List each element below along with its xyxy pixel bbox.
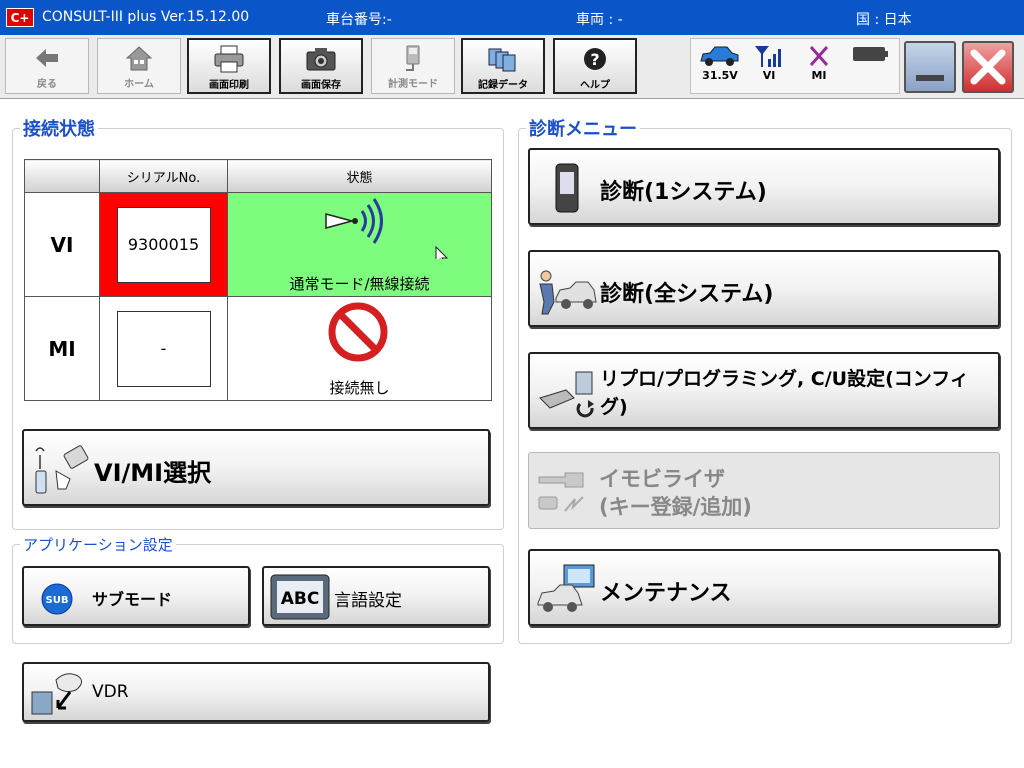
close-icon: [970, 49, 1006, 85]
svg-text:?: ?: [590, 50, 599, 69]
connection-table: シリアルNo. 状態 VI 9300015 通常モード/無線接続 MI - 接続…: [24, 159, 492, 401]
reprogramming-label-line1: リプロ/プログラミング, C/U設定(コンフィ: [600, 368, 969, 390]
header-blank: [24, 159, 100, 193]
immobilizer-button[interactable]: イモビライザ (キー登録/追加): [528, 452, 1000, 529]
sub-mode-label: サブモード: [92, 590, 173, 609]
close-button[interactable]: [962, 41, 1014, 93]
connection-status-title: 接続状態: [20, 115, 98, 141]
back-label: 戻る: [37, 79, 57, 90]
country-label: 国 : 日本: [856, 12, 912, 28]
vi-serial-cell: 9300015: [99, 192, 228, 297]
vi-state-cell: 通常モード/無線接続: [227, 192, 492, 297]
handheld-device-icon: [555, 163, 579, 213]
battery-voltage-status: 31.5V: [697, 43, 743, 82]
header-state: 状態: [227, 159, 492, 193]
mi-row-label: MI: [24, 296, 100, 401]
vi-mi-select-label: VI/MI選択: [94, 459, 212, 487]
vi-state-text: 通常モード/無線接続: [289, 275, 430, 293]
mi-state-cell: 接続無し: [227, 296, 492, 401]
toolbar: 戻る ホーム 画面印刷 画面保存 計測モード 記録データ ? ヘルプ 31.5V…: [0, 35, 1024, 99]
back-arrow-icon: [36, 49, 58, 67]
header-serial: シリアルNo.: [99, 159, 228, 193]
mi-status: MI: [799, 43, 839, 82]
help-label: ヘルプ: [580, 80, 610, 91]
maintenance-label: メンテナンス: [600, 581, 732, 606]
mechanic-car-icon: [539, 270, 597, 315]
help-icon: ?: [584, 48, 606, 70]
measure-mode-button[interactable]: 計測モード: [371, 38, 455, 94]
reprogramming-label-line2: グ): [600, 396, 628, 418]
measure-mode-label: 計測モード: [388, 79, 438, 90]
print-screen-button[interactable]: 画面印刷: [187, 38, 271, 94]
immobilizer-label-line1: イモビライザ: [599, 467, 725, 491]
record-data-button[interactable]: 記録データ: [461, 38, 545, 94]
print-screen-label: 画面印刷: [209, 80, 249, 91]
battery-status: [847, 43, 893, 69]
home-icon: [125, 46, 153, 71]
wireless-signal-icon: [325, 198, 449, 259]
device-status-panel: 31.5V VI MI: [690, 38, 900, 94]
vi-serial-value: 9300015: [116, 206, 211, 283]
svg-text:SUB: SUB: [46, 595, 69, 606]
vi-status-label: VI: [762, 69, 776, 82]
vi-mi-devices-icon: [35, 445, 89, 494]
record-data-label: 記録データ: [478, 80, 528, 91]
table-row: VI 9300015 通常モード/無線接続: [24, 192, 492, 297]
mi-state-text: 接続無し: [329, 379, 390, 397]
mi-status-label: MI: [811, 69, 827, 82]
diagnosis-all-systems-button[interactable]: 診断(全システム): [528, 250, 1000, 327]
reprogramming-button[interactable]: リプロ/プログラミング, C/U設定(コンフィ グ): [528, 352, 1000, 429]
vi-mi-select-button[interactable]: VI/MI選択: [22, 429, 490, 506]
home-label: ホーム: [124, 79, 154, 90]
diagnosis-single-system-button[interactable]: 診断(1システム): [528, 148, 1000, 225]
language-settings-label: 言語設定: [334, 591, 402, 611]
mi-serial-cell: -: [99, 296, 228, 401]
disconnected-x-icon: [809, 46, 829, 66]
diagnosis-menu-title: 診断メニュー: [526, 115, 640, 141]
vi-row-label: VI: [24, 192, 100, 297]
table-row: MI - 接続無し: [24, 296, 492, 401]
vdr-recorder-icon: [31, 673, 82, 715]
save-screen-button[interactable]: 画面保存: [279, 38, 363, 94]
maintenance-button[interactable]: メンテナンス: [528, 549, 1000, 626]
signal-antenna-icon: [755, 46, 781, 67]
immobilizer-label-line2: (キー登録/追加): [599, 495, 752, 519]
maintenance-car-monitor-icon: [537, 564, 595, 612]
record-data-icon: [488, 48, 516, 72]
measure-device-icon: [406, 45, 420, 71]
sub-icon: SUB: [41, 583, 73, 615]
mi-serial-value: -: [116, 310, 211, 387]
voltage-value: 31.5V: [702, 69, 738, 82]
language-settings-button[interactable]: ABC 言語設定: [262, 566, 490, 626]
vdr-label: VDR: [92, 682, 129, 702]
save-screen-label: 画面保存: [301, 80, 341, 91]
app-settings-title: アプリケーション設定: [20, 534, 176, 555]
printer-icon: [214, 45, 244, 73]
battery-icon: [853, 47, 888, 61]
minimize-icon: [916, 75, 944, 81]
svg-text:ABC: ABC: [281, 589, 320, 609]
car-icon: [700, 46, 739, 66]
prohibited-icon: [328, 302, 388, 362]
key-icon: [538, 472, 584, 512]
connection-table-header: シリアルNo. 状態: [24, 159, 492, 193]
abc-language-icon: ABC: [270, 574, 330, 620]
home-button[interactable]: ホーム: [97, 38, 181, 94]
back-button[interactable]: 戻る: [5, 38, 89, 94]
vehicle-label: 車両 : -: [576, 12, 623, 28]
camera-icon: [306, 48, 336, 71]
sub-mode-button[interactable]: SUB サブモード: [22, 566, 250, 626]
chassis-number: 車台番号:-: [326, 12, 392, 28]
ecu-reprogram-icon: [539, 371, 594, 418]
vi-status: VI: [749, 43, 789, 82]
diagnosis-single-system-label: 診断(1システム): [600, 180, 767, 205]
title-bar: C+ CONSULT-III plus Ver.15.12.00 車台番号:- …: [0, 0, 1024, 35]
minimize-button[interactable]: [904, 41, 956, 93]
app-title: CONSULT-III plus Ver.15.12.00: [42, 9, 250, 25]
help-button[interactable]: ? ヘルプ: [553, 38, 637, 94]
vdr-button[interactable]: VDR: [22, 662, 490, 722]
app-logo: C+: [6, 8, 34, 27]
diagnosis-all-systems-label: 診断(全システム): [600, 282, 774, 307]
